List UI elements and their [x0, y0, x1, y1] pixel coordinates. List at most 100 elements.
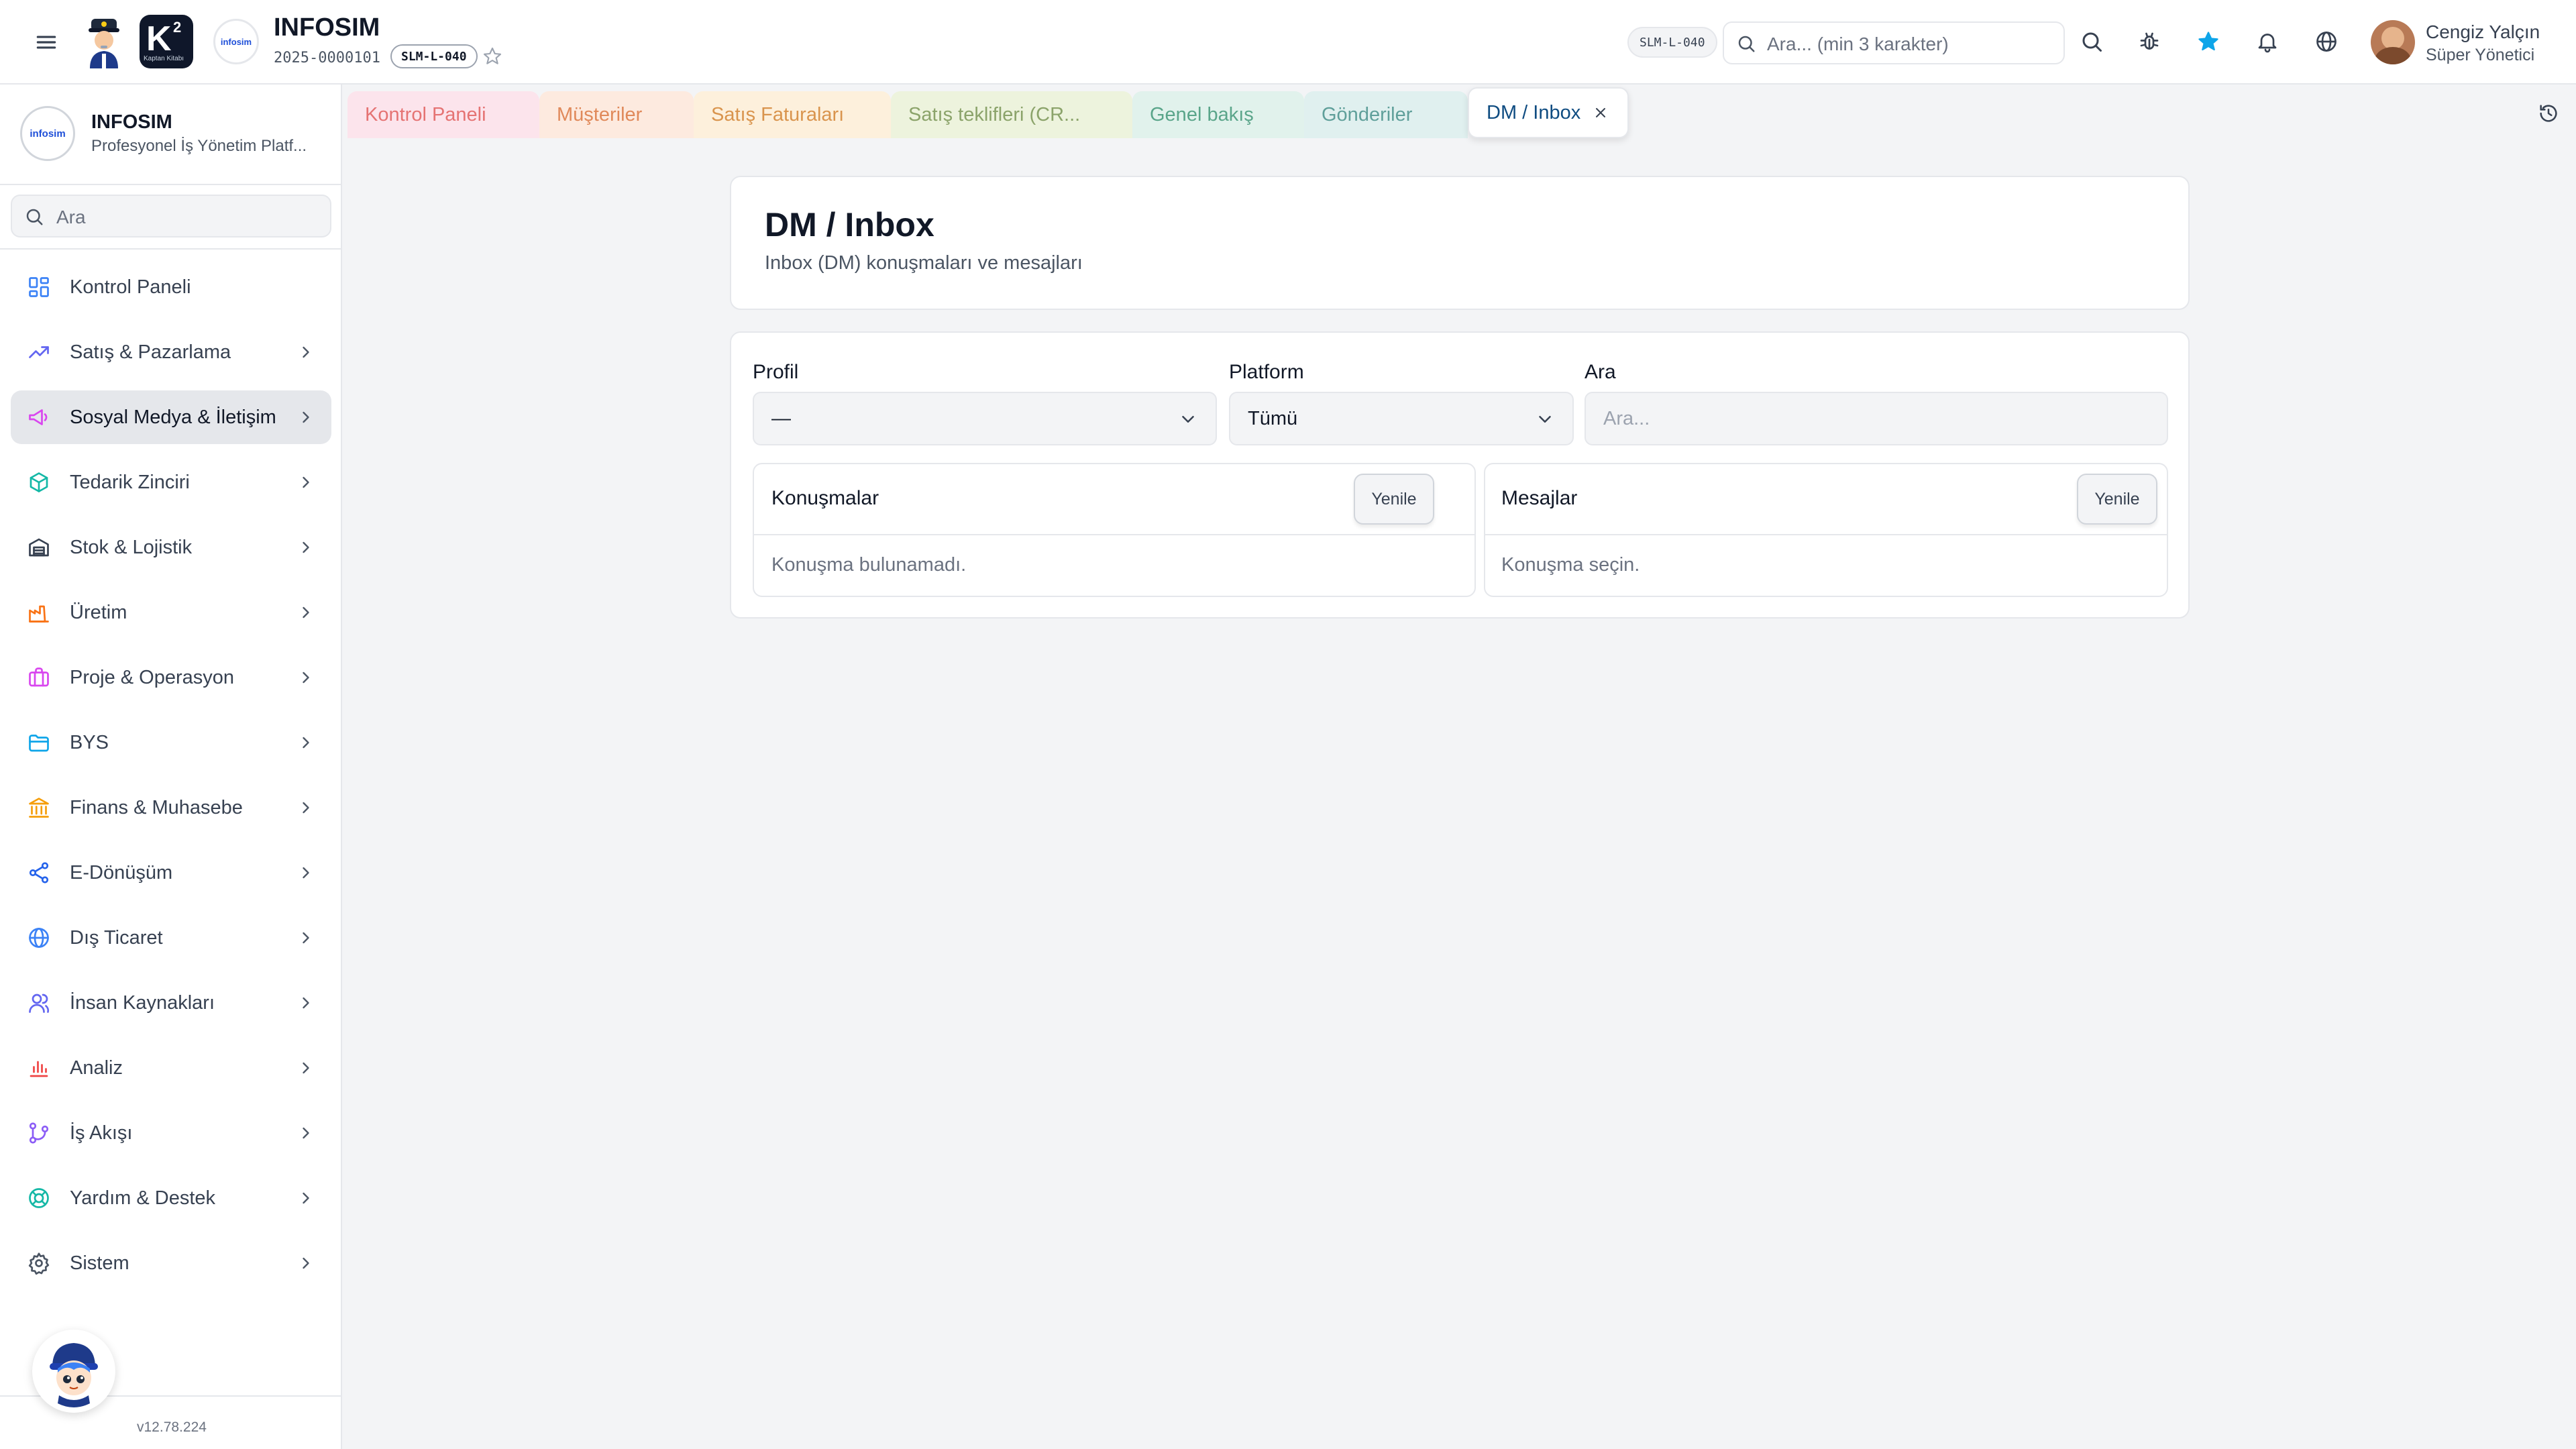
divider [754, 534, 1474, 535]
sidebar-item-dış-ticaret[interactable]: Dış Ticaret [11, 911, 331, 965]
conversations-title: Konuşmalar [771, 487, 879, 509]
sidebar-item-label: Üretim [70, 601, 127, 623]
company-logo[interactable]: infosim [213, 19, 259, 64]
app-logo-superscript: 2 [173, 19, 182, 36]
sidebar-item-label: Analiz [70, 1057, 123, 1079]
messages-refresh-button[interactable]: Yenile [2077, 474, 2157, 525]
sidebar-item-finans-muhasebe[interactable]: Finans & Muhasebe [11, 781, 331, 835]
sidebar-item-yardım-destek[interactable]: Yardım & Destek [11, 1171, 331, 1225]
sidebar-item-label: İnsan Kaynakları [70, 991, 215, 1014]
tab-0[interactable]: Kontrol Paneli [347, 91, 539, 138]
git-branch-icon [27, 1121, 51, 1145]
bell-icon[interactable] [2255, 30, 2279, 54]
tab-label: Genel bakış [1150, 103, 1254, 125]
messages-title: Mesajlar [1501, 487, 1578, 509]
inbox-card: Profil Platform Ara — Tümü Ara... Konuşm… [730, 331, 2190, 619]
sidebar-item-satış-pazarlama[interactable]: Satış & Pazarlama [11, 325, 331, 379]
tab-label: DM / Inbox [1487, 101, 1581, 123]
sidebar-item-proje-operasyon[interactable]: Proje & Operasyon [11, 651, 331, 704]
sidebar-item-label: Proje & Operasyon [70, 666, 235, 688]
user-role: Süper Yönetici [2426, 46, 2535, 64]
chevron-right-icon [297, 733, 315, 752]
favorite-star-icon[interactable] [2196, 30, 2220, 54]
sidebar-search-input[interactable]: Ara [11, 195, 331, 237]
page-subtitle: Inbox (DM) konuşmaları ve mesajları [765, 252, 1083, 274]
app-logo-mark: K [146, 19, 172, 58]
trending-up-icon [27, 340, 51, 364]
briefcase-icon [27, 665, 51, 690]
search-icon [24, 207, 44, 227]
global-search-input[interactable]: Ara... (min 3 karakter) [1723, 21, 2065, 64]
sidebar-item-label: BYS [70, 731, 109, 753]
tab-1[interactable]: Müşteriler [539, 91, 694, 138]
captain-mascot-icon [82, 15, 126, 68]
platform-label: Platform [1229, 361, 1304, 383]
top-bar: K 2 Kaptan Kitabı infosim INFOSIM 2025-0… [0, 0, 2576, 85]
menu-icon[interactable] [34, 30, 59, 55]
sidebar-item-stok-lojistik[interactable]: Stok & Lojistik [11, 521, 331, 574]
sidebar-item-label: Stok & Lojistik [70, 536, 193, 558]
messages-panel: Mesajlar Yenile Konuşma seçin. [1484, 463, 2168, 597]
tab-dm-inbox[interactable]: DM / Inbox [1468, 87, 1629, 138]
company-name: INFOSIM [274, 13, 380, 42]
conversations-panel: Konuşmalar Yenile Konuşma bulunamadı. [753, 463, 1476, 597]
sidebar-item-i-ş-akışı[interactable]: İş Akışı [11, 1106, 331, 1160]
chevron-right-icon [297, 863, 315, 882]
sidebar-item-tedarik-zinciri[interactable]: Tedarik Zinciri [11, 455, 331, 509]
conversations-empty-text: Konuşma bulunamadı. [771, 554, 967, 576]
chevron-right-icon [297, 343, 315, 362]
divider [0, 184, 341, 185]
sidebar-item-label: Finans & Muhasebe [70, 796, 243, 818]
factory-icon [27, 600, 51, 625]
sidebar-item-label: E-Dönüşüm [70, 861, 173, 883]
tab-3[interactable]: Satış teklifleri (CR... [891, 91, 1132, 138]
chevron-right-icon [297, 473, 315, 492]
platform-select[interactable]: Tümü [1229, 392, 1574, 445]
tab-label: Müşteriler [557, 103, 643, 125]
sidebar-item-label: Sistem [70, 1252, 129, 1274]
star-icon[interactable] [482, 46, 503, 67]
tab-5[interactable]: Gönderiler [1304, 91, 1468, 138]
gear-icon [27, 1251, 51, 1275]
box-icon [27, 470, 51, 494]
tab-4[interactable]: Genel bakış [1132, 91, 1304, 138]
sidebar-item-label: Kontrol Paneli [70, 276, 191, 298]
sidebar-item-e-dönüşüm[interactable]: E-Dönüşüm [11, 846, 331, 900]
avatar[interactable] [2371, 20, 2415, 64]
close-icon[interactable] [1593, 105, 1609, 121]
sidebar-item-sistem[interactable]: Sistem [11, 1236, 331, 1290]
chevron-right-icon [297, 994, 315, 1012]
history-icon[interactable] [2537, 102, 2560, 125]
app-logo[interactable]: K 2 Kaptan Kitabı [140, 15, 193, 68]
bug-icon[interactable] [2137, 30, 2161, 54]
profile-select-value: — [771, 407, 791, 429]
sidebar-item-bys[interactable]: BYS [11, 716, 331, 769]
sidebar-item-kontrol-paneli[interactable]: Kontrol Paneli [11, 260, 331, 314]
divider [0, 248, 341, 250]
sidebar-item-üretim[interactable]: Üretim [11, 586, 331, 639]
sidebar-item-i-nsan-kaynakları[interactable]: İnsan Kaynakları [11, 976, 331, 1030]
inbox-search-placeholder: Ara... [1603, 407, 1650, 429]
chevron-right-icon [297, 1059, 315, 1077]
tab-label: Satış teklifleri (CR... [908, 103, 1081, 125]
chevron-right-icon [297, 1254, 315, 1273]
megaphone-icon [27, 405, 51, 429]
inbox-search-input[interactable]: Ara... [1585, 392, 2168, 445]
app-version: v12.78.224 [137, 1419, 207, 1435]
sidebar-item-analiz[interactable]: Analiz [11, 1041, 331, 1095]
language-globe-icon[interactable] [2314, 30, 2339, 54]
sidebar-item-sosyal-medya-i-letişim[interactable]: Sosyal Medya & İletişim [11, 390, 331, 444]
search-button-icon[interactable] [2080, 30, 2104, 54]
user-name[interactable]: Cengiz Yalçın [2426, 21, 2540, 43]
assistant-mascot-button[interactable] [32, 1330, 115, 1413]
tab-label: Kontrol Paneli [365, 103, 486, 125]
warehouse-icon [27, 535, 51, 559]
page-header-card: DM / Inbox Inbox (DM) konuşmaları ve mes… [730, 176, 2190, 310]
chevron-right-icon [297, 928, 315, 947]
globe-icon [27, 926, 51, 950]
conversations-refresh-button[interactable]: Yenile [1354, 474, 1434, 525]
tab-2[interactable]: Satış Faturaları [694, 91, 891, 138]
profile-select[interactable]: — [753, 392, 1217, 445]
platform-select-value: Tümü [1248, 407, 1298, 429]
share-icon [27, 861, 51, 885]
